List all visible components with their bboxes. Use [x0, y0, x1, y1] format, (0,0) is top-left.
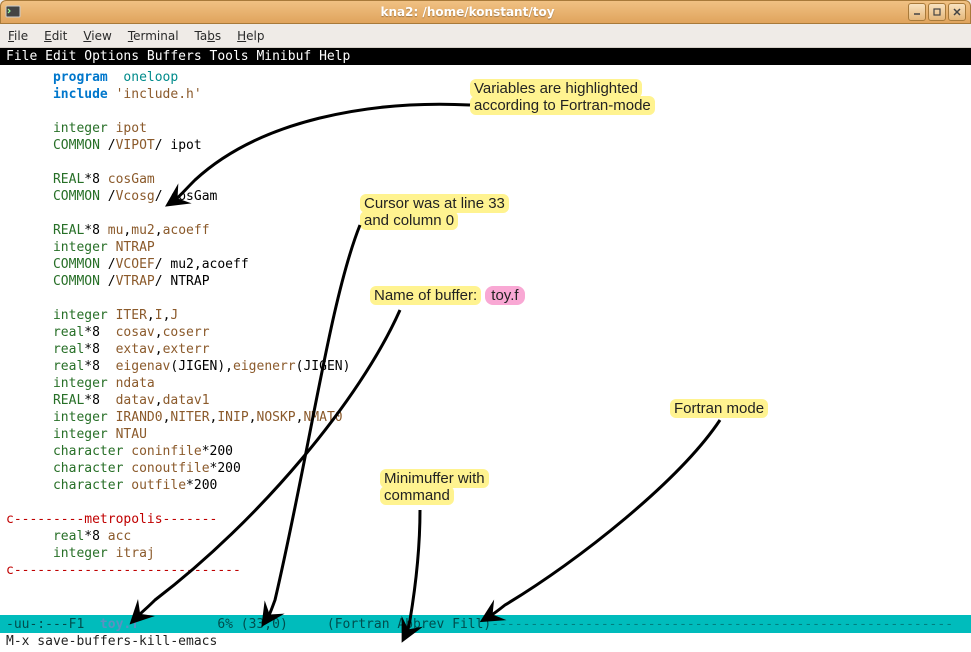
menu-help[interactable]: Help	[237, 29, 264, 43]
minimize-button[interactable]	[908, 3, 926, 21]
maximize-button[interactable]	[928, 3, 946, 21]
menu-terminal[interactable]: Terminal	[128, 29, 179, 43]
code-content: program oneloop include 'include.h' inte…	[6, 69, 965, 579]
modeline-buffer-name: toy.f	[100, 617, 139, 632]
window-titlebar: kna2: /home/konstant/toy	[0, 0, 971, 24]
terminal-menubar: File Edit View Terminal Tabs Help	[0, 24, 971, 48]
modeline-dashes: ----------------------------------------…	[491, 617, 953, 632]
modeline-left: -uu-:---F1	[6, 617, 100, 632]
emacs-modeline[interactable]: -uu-:---F1 toy.f 6% (33,0) (Fortran Abbr…	[0, 615, 971, 633]
close-button[interactable]	[948, 3, 966, 21]
modeline-position: 6% (33,0) (Fortran Abbrev Fill)	[139, 617, 491, 632]
emacs-minibuffer[interactable]: M-x save-buffers-kill-emacs	[0, 633, 971, 652]
emacs-menubar[interactable]: File Edit Options Buffers Tools Minibuf …	[0, 48, 971, 65]
menu-file[interactable]: File	[8, 29, 28, 43]
menu-view[interactable]: View	[83, 29, 111, 43]
menu-edit[interactable]: Edit	[44, 29, 67, 43]
terminal-icon	[5, 4, 21, 20]
window-controls	[908, 3, 966, 21]
window-title: kna2: /home/konstant/toy	[27, 5, 908, 19]
menu-tabs[interactable]: Tabs	[195, 29, 222, 43]
editor-area[interactable]: program oneloop include 'include.h' inte…	[0, 65, 971, 615]
